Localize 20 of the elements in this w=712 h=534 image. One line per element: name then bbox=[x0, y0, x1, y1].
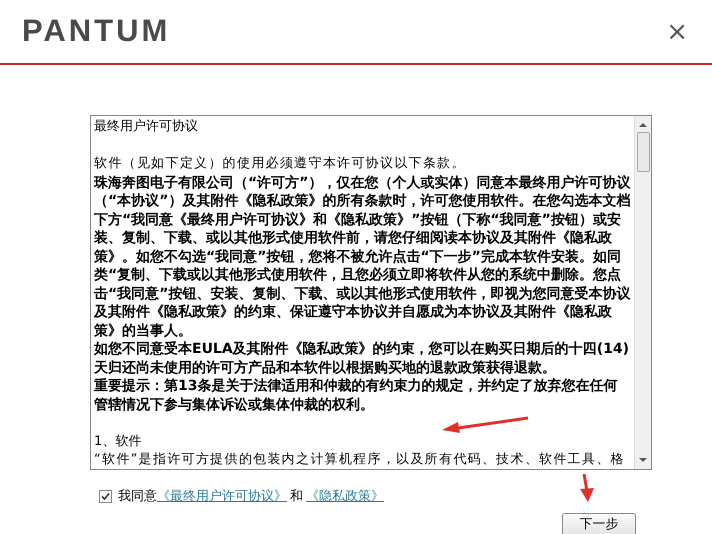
scroll-up-icon[interactable] bbox=[639, 122, 647, 128]
paragraph: 如您不同意受本EULA及其附件《隐私政策》的约束，您可以在购买日期后的十四(14)天归还尚未使用的许可方产品和本软件以根据购买地的退款政策获得退款。 bbox=[94, 340, 630, 377]
scroll-down-icon[interactable] bbox=[639, 457, 647, 463]
agree-checkbox[interactable] bbox=[99, 490, 112, 504]
next-button[interactable]: 下一步 bbox=[562, 512, 636, 534]
annotation-arrow bbox=[578, 473, 596, 503]
document-title: 最终用户许可协议 bbox=[94, 118, 199, 136]
section-heading: 1、软件 bbox=[94, 432, 142, 450]
brand-logo: PANTUM bbox=[22, 12, 170, 50]
scrollbar-thumb[interactable] bbox=[636, 132, 650, 172]
scrollbar[interactable] bbox=[634, 116, 651, 469]
paragraph: 重要提示：第13条是关于法律适用和仲裁的有约束力的规定，并约定了放弃您在任何管辖情况下参与集体诉讼或集体仲裁的权利。 bbox=[94, 377, 618, 414]
paragraph: 珠海奔图电子有限公司（“许可方”），仅在您（个人或实体）同意本最终用户许可协议（“本协议”）及其附件《隐私政策》的所有条款时，许可您使用软件。在您勾选本文档下方“我同意《最终用户许可协议》和《隐私政策》”按钮（下称“我同意”按钮）或安装、复制、下载、或以其他形式使用软件前，请您仔细阅读本协议及其附件《隐私政策》。如您不勾选“我同意”按钮，您将不被允许点击“下一步”完成本软件安装。如同类“复制、下载或以其他形式使用软件，且您必须立即将软件从您的系统中删除。您点击“我同意”按钮、安装、复制、下载、或以其他形式使用软件，即视为您同意受本协议及其附件《隐私政策》的约束、保证遵守本协议并自愿成为本协议及其附件《隐私政策》的当事人。 bbox=[94, 174, 631, 340]
paragraph: “软件”是指许可方提供的包装内之计算机程序，以及所有代码、技术、软件工具、格 bbox=[94, 451, 626, 469]
agree-label: 我同意 bbox=[118, 488, 157, 506]
and-label: 和 bbox=[290, 488, 303, 506]
paragraph: 软件（见如下定义）的使用必须遵守本许可协议以下条款。 bbox=[94, 155, 467, 173]
privacy-policy-link[interactable]: 《隐私政策》 bbox=[306, 487, 384, 506]
eula-link[interactable]: 《最终用户许可协议》 bbox=[157, 487, 287, 506]
close-button[interactable]: × bbox=[666, 18, 688, 44]
